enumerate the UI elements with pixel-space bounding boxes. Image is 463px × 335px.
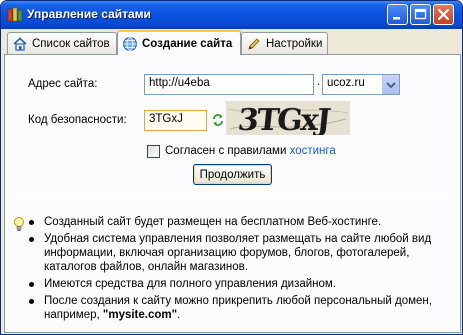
hosting-rules-link[interactable]: хостинга	[290, 145, 336, 157]
continue-button[interactable]: Продолжить	[193, 164, 272, 185]
info-item: Удобная система управления позволяет раз…	[29, 232, 449, 274]
security-code-input[interactable]: 3TGxJ	[144, 110, 207, 131]
tab-settings-label: Настройки	[266, 37, 323, 50]
tab-create-site-label: Создание сайта	[142, 37, 233, 50]
domain-select-value: ucoz.ru	[327, 77, 365, 89]
agree-text: Согласен с правилами	[165, 145, 290, 157]
house-list-icon	[12, 36, 28, 52]
close-icon	[437, 8, 450, 21]
example-domain: "mysite.com"	[102, 309, 178, 321]
app-books-icon	[7, 7, 23, 23]
pencil-settings-icon	[246, 36, 262, 52]
address-label: Адрес сайта:	[28, 78, 98, 90]
tab-create-site[interactable]: Создание сайта	[117, 30, 241, 55]
maximize-button[interactable]	[410, 4, 431, 25]
info-item: Созданный сайт будет размещен на бесплат…	[29, 215, 449, 229]
globe-icon	[122, 36, 138, 52]
agree-label[interactable]: Согласен с правилами хостинга	[165, 145, 336, 157]
create-site-panel: Адрес сайта: http://u4eba . ucoz.ru Код …	[4, 54, 461, 333]
section-divider	[11, 197, 454, 198]
info-item: Имеются средства для полного управления …	[29, 277, 449, 291]
info-item: После создания к сайту можно прикрепить …	[29, 294, 449, 322]
minimize-icon	[393, 17, 400, 20]
tab-site-list[interactable]: Список сайтов	[7, 32, 117, 54]
agree-checkbox[interactable]	[147, 145, 160, 158]
tab-site-list-label: Список сайтов	[32, 37, 110, 50]
domain-select[interactable]: ucoz.ru	[322, 74, 400, 95]
lightbulb-icon	[13, 216, 25, 232]
address-input[interactable]: http://u4eba	[144, 74, 314, 95]
captcha-image: 3TGxJ	[226, 101, 350, 138]
maximize-icon	[414, 8, 427, 20]
title-bar[interactable]: Управление сайтами	[1, 1, 462, 29]
security-code-label: Код безопасности:	[28, 114, 127, 126]
app-window: Управление сайтами Список сайтов Создани…	[0, 0, 463, 335]
domain-separator: .	[317, 76, 321, 88]
refresh-captcha-icon[interactable]	[211, 113, 225, 127]
captcha-text: 3TGxJ	[236, 103, 332, 135]
info-item-suffix: .	[177, 309, 181, 321]
captcha-graphic: 3TGxJ	[226, 101, 350, 138]
window-title: Управление сайтами	[27, 7, 151, 21]
tab-bar: Список сайтов Создание сайта Настройки	[1, 29, 462, 55]
chevron-down-icon[interactable]	[382, 75, 399, 94]
minimize-button[interactable]	[387, 4, 408, 25]
tab-settings[interactable]: Настройки	[241, 32, 328, 54]
info-list: Созданный сайт будет размещен на бесплат…	[29, 215, 449, 325]
close-button[interactable]	[433, 4, 454, 25]
